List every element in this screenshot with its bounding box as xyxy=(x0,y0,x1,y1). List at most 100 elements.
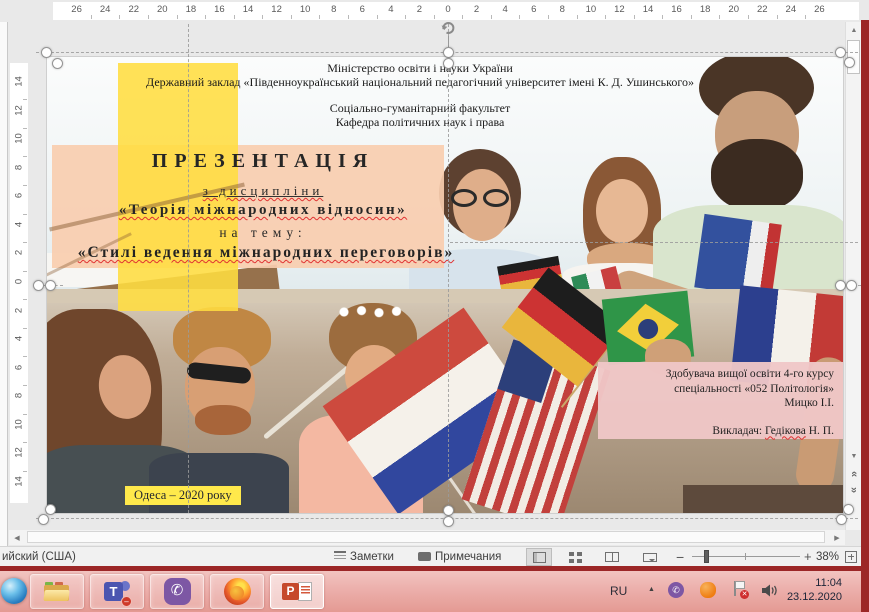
ruler-number: 2 xyxy=(13,250,25,256)
selection-handle[interactable] xyxy=(44,279,56,291)
selection-handle[interactable] xyxy=(845,279,857,291)
comments-button[interactable]: Примечания xyxy=(418,547,501,566)
selection-handle[interactable] xyxy=(843,56,855,68)
ruler-number: 8 xyxy=(13,164,25,170)
selection-handle[interactable] xyxy=(37,513,49,525)
selection-handle[interactable] xyxy=(44,503,56,515)
institution-line: Державний заклад «Південноукраїнський на… xyxy=(146,74,694,89)
credits-text-box[interactable]: Здобувача вищої освіти 4-го курсу спеціа… xyxy=(598,362,843,439)
selection-handle[interactable] xyxy=(442,515,454,527)
ruler-number: 22 xyxy=(128,4,140,15)
language-indicator[interactable]: ийский (США) xyxy=(2,547,76,566)
tray-hidden-icons-chevron[interactable]: ▲ xyxy=(648,586,655,593)
selection-handle[interactable] xyxy=(442,504,454,516)
horizontal-ruler[interactable]: 26 24 22 20 18 16 14 12 10 8 6 4 2 0 2 4 6 8 10 12 14 16 18 20 2… xyxy=(53,2,859,20)
tray-viber-icon[interactable]: ✆ xyxy=(668,582,684,598)
firefox-icon xyxy=(223,578,251,605)
taskbar-file-explorer[interactable] xyxy=(30,574,84,609)
slideshow-view-button[interactable] xyxy=(638,548,662,566)
thumbnail-pane-edge[interactable] xyxy=(0,22,8,546)
horizontal-scrollbar[interactable]: ◀ ▶ xyxy=(9,530,845,545)
ruler-number: 26 xyxy=(71,4,82,15)
ruler-number: 8 xyxy=(559,4,565,15)
selection-handle[interactable] xyxy=(442,57,454,69)
start-button[interactable] xyxy=(1,578,27,604)
ruler-number: 12 xyxy=(13,104,25,116)
ruler-number: 18 xyxy=(699,4,711,15)
desktop-edge-strip xyxy=(861,20,869,612)
ruler-number: 22 xyxy=(756,4,768,15)
selection-handle[interactable] xyxy=(51,57,63,69)
zoom-slider-thumb[interactable] xyxy=(704,550,709,563)
vertical-guide-center[interactable] xyxy=(448,24,449,522)
ruler-number: 4 xyxy=(13,335,25,342)
vertical-guide-left[interactable] xyxy=(188,24,189,513)
viber-icon: ✆ xyxy=(163,578,191,605)
previous-slide-button[interactable]: « xyxy=(846,466,862,481)
zoom-slider[interactable] xyxy=(692,550,800,563)
ruler-number: 6 xyxy=(13,193,25,199)
ruler-number: 12 xyxy=(271,4,282,15)
vertical-scrollbar[interactable]: ▲ ▼ « « xyxy=(845,22,862,530)
ruler-number: 10 xyxy=(13,419,25,430)
picture-boundary-guide[interactable] xyxy=(450,242,858,243)
ruler-number: 0 xyxy=(445,4,451,15)
slideshow-icon xyxy=(643,552,657,562)
ruler-number: 4 xyxy=(388,4,394,15)
ruler-number: 10 xyxy=(585,4,597,15)
zoom-in-button[interactable]: + xyxy=(804,547,812,566)
scroll-up-button[interactable]: ▲ xyxy=(846,22,862,38)
slide-canvas[interactable]: Міністерство освіти і науки України Держ… xyxy=(47,57,843,513)
selection-handle[interactable] xyxy=(40,46,52,58)
selection-handle[interactable] xyxy=(32,279,44,291)
ruler-number: 24 xyxy=(785,4,797,15)
scroll-right-button[interactable]: ▶ xyxy=(829,530,845,545)
ruler-number: 6 xyxy=(13,364,25,370)
normal-view-button[interactable] xyxy=(526,548,552,566)
fit-to-window-button[interactable] xyxy=(845,547,857,566)
ruler-number: 0 xyxy=(13,278,25,285)
hscrollbar-thumb[interactable] xyxy=(27,531,825,543)
taskbar-clock[interactable]: 11:04 23.12.2020 xyxy=(772,576,842,604)
taskbar-firefox[interactable] xyxy=(210,574,264,609)
tray-avast-icon[interactable] xyxy=(700,582,716,598)
discipline-title: «Теорія міжнародних відносин» xyxy=(118,202,408,218)
next-slide-button[interactable]: « xyxy=(846,482,862,497)
institution-line: Кафедра політичних наук і права xyxy=(335,114,505,129)
topic-title: «Стилі ведення міжнародних переговорів» xyxy=(77,244,455,261)
tray-action-center-flag-icon[interactable]: ✕ xyxy=(732,581,749,599)
slide-sorter-view-button[interactable] xyxy=(562,548,588,566)
selection-handle[interactable] xyxy=(835,513,847,525)
clock-time: 11:04 xyxy=(815,577,842,589)
scroll-left-button[interactable]: ◀ xyxy=(9,530,25,545)
zoom-level[interactable]: 38% xyxy=(816,547,839,566)
ruler-number: 26 xyxy=(814,4,825,15)
photo-crowd xyxy=(683,485,843,513)
tray-language-indicator[interactable]: RU xyxy=(610,584,627,598)
taskbar-powerpoint[interactable]: P xyxy=(270,574,324,609)
institution-text-box[interactable]: Міністерство освіти і науки України Держ… xyxy=(55,61,785,129)
rotation-handle-icon[interactable] xyxy=(439,19,457,42)
taskbar: T – ✆ P RU ▲ ✆ ✕ 11:04 23.12.2020 xyxy=(0,571,869,612)
notes-icon xyxy=(334,551,346,562)
powerpoint-icon: P xyxy=(282,581,312,603)
selection-handle[interactable] xyxy=(842,503,854,515)
comments-icon xyxy=(418,552,431,561)
taskbar-microsoft-teams[interactable]: T – xyxy=(90,574,144,609)
selection-handle[interactable] xyxy=(442,46,454,58)
selection-handle[interactable] xyxy=(834,46,846,58)
ruler-number: 24 xyxy=(99,4,111,15)
scroll-down-button[interactable]: ▼ xyxy=(846,448,862,464)
selection-handle[interactable] xyxy=(834,279,846,291)
ruler-number: 14 xyxy=(13,76,25,87)
institution-line: Соціально-гуманітарний факультет xyxy=(329,101,511,115)
status-bar: ийский (США) Заметки Примечания − + 38% xyxy=(0,546,869,566)
taskbar-viber[interactable]: ✆ xyxy=(150,574,204,609)
ruler-number: 12 xyxy=(614,4,625,15)
footer-label[interactable]: Одеса – 2020 року xyxy=(125,486,241,505)
presentation-title: ПРЕЗЕНТАЦІЯ xyxy=(151,150,375,172)
zoom-out-button[interactable]: − xyxy=(676,547,684,566)
vertical-ruler[interactable]: 14 12 10 8 6 4 2 0 2 4 6 8 10 12 14 xyxy=(10,63,28,503)
notes-button[interactable]: Заметки xyxy=(334,547,394,566)
reading-view-button[interactable] xyxy=(600,548,624,566)
